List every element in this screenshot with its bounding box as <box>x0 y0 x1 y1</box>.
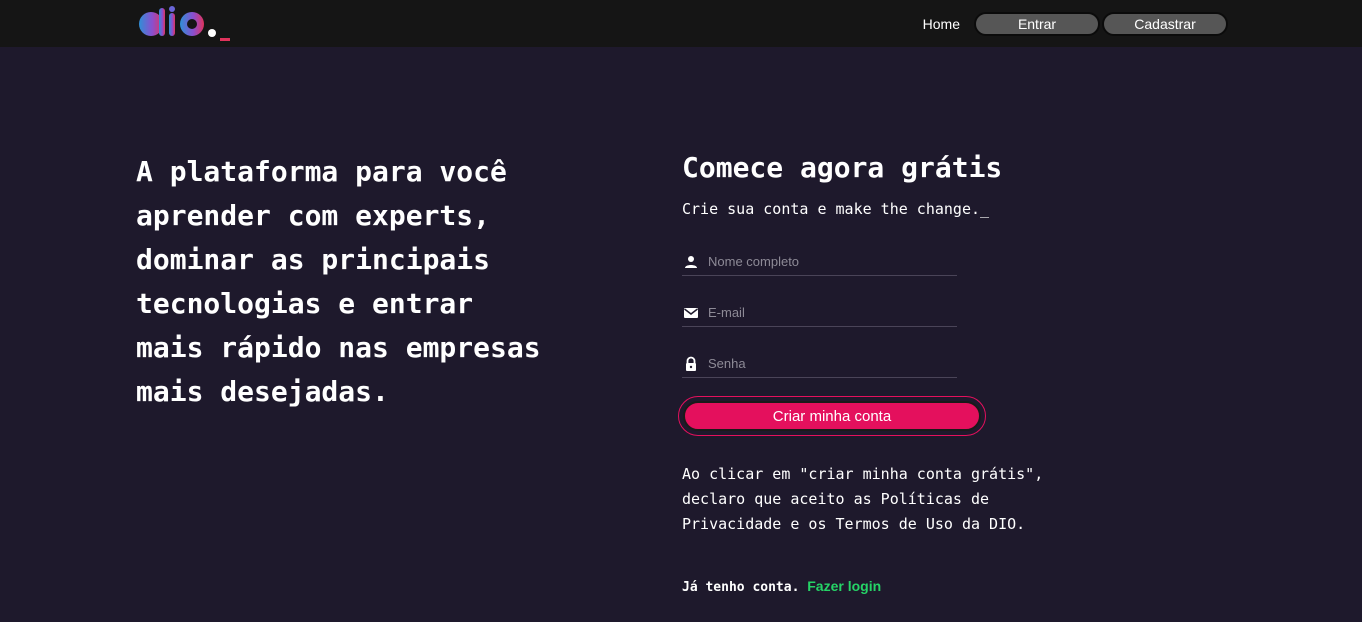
signup-nav-button[interactable]: Cadastrar <box>1102 12 1228 36</box>
create-account-button-outline: Criar minha conta <box>678 396 986 436</box>
email-input[interactable] <box>708 305 948 320</box>
password-field <box>682 350 957 378</box>
terms-text: Ao clicar em "criar minha conta grátis",… <box>682 465 1044 533</box>
lock-icon <box>686 356 696 371</box>
full-name-field <box>682 248 957 276</box>
header-nav: Home Entrar Cadastrar <box>923 12 1228 36</box>
dio-logo[interactable] <box>138 5 234 43</box>
signup-form: Comece agora grátis Crie sua conta e mak… <box>678 150 1062 595</box>
form-subtitle: Crie sua conta e make the change._ <box>682 200 990 218</box>
full-name-input[interactable] <box>708 254 948 269</box>
password-input[interactable] <box>708 356 948 371</box>
top-nav-bar: Home Entrar Cadastrar <box>0 0 1362 47</box>
login-prompt: Já tenho conta. <box>682 580 800 595</box>
login-link[interactable]: Fazer login <box>807 578 881 594</box>
email-field <box>682 299 957 327</box>
form-title: Comece agora grátis <box>682 151 1003 184</box>
person-icon <box>685 255 697 268</box>
mail-icon <box>684 307 698 318</box>
enter-button[interactable]: Entrar <box>974 12 1100 36</box>
nav-home-link[interactable]: Home <box>923 16 960 32</box>
create-account-button[interactable]: Criar minha conta <box>683 401 981 431</box>
login-prompt-line: Já tenho conta. Fazer login <box>682 578 881 595</box>
hero-headline: A plataforma para você aprender com expe… <box>136 155 541 408</box>
